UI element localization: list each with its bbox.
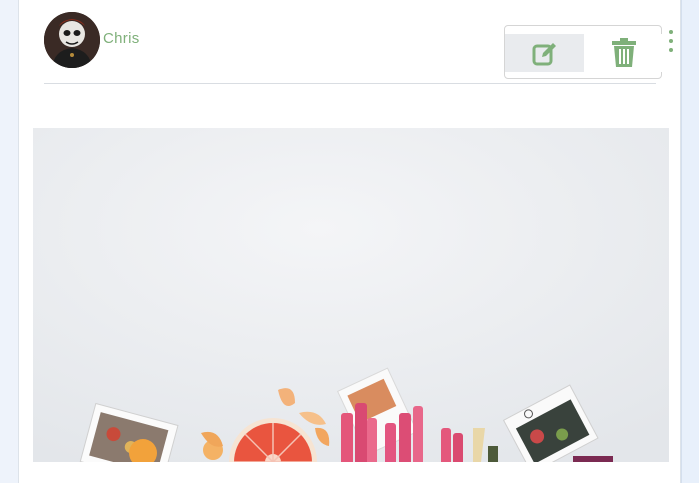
delete-button[interactable] <box>584 34 663 72</box>
trash-icon <box>611 38 636 67</box>
author-avatar[interactable] <box>44 12 100 68</box>
kebab-menu-icon[interactable] <box>666 30 676 52</box>
post-header: Chris <box>44 12 673 84</box>
scrollbar-track[interactable] <box>681 0 699 483</box>
post-card: Chris <box>18 0 681 483</box>
post-image[interactable] <box>33 128 669 462</box>
author-name[interactable]: Chris <box>103 30 140 47</box>
post-photo <box>33 128 669 462</box>
kebab-dot <box>669 30 673 34</box>
avatar-image <box>44 12 100 68</box>
feed-page: Chris <box>0 0 699 483</box>
kebab-dot <box>669 48 673 52</box>
edit-button[interactable] <box>505 34 584 72</box>
edit-icon <box>532 43 556 66</box>
kebab-dot <box>669 39 673 43</box>
post-actions-menu <box>504 25 663 79</box>
